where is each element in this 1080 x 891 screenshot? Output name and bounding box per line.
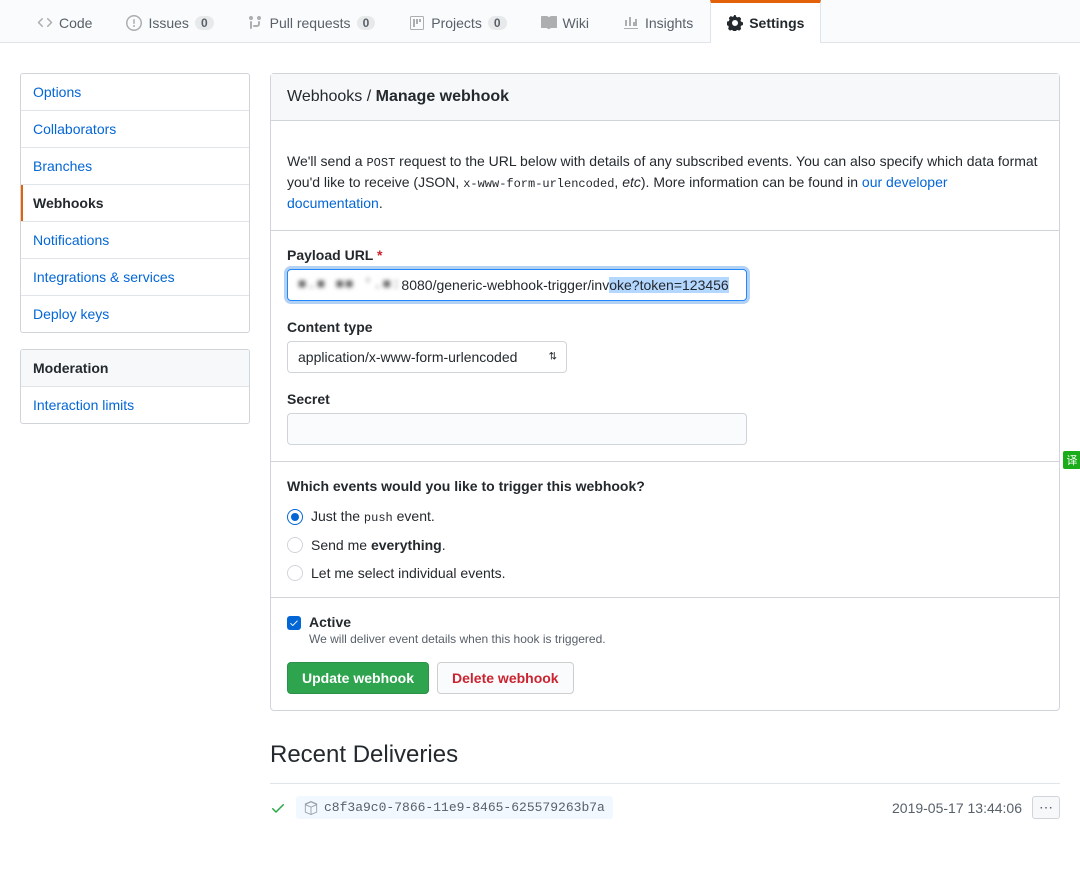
gear-icon (727, 15, 743, 31)
active-checkbox[interactable]: Active We will deliver event details whe… (287, 614, 1043, 646)
recent-deliveries-heading: Recent Deliveries (270, 741, 1060, 769)
sidebar-moderation-header: Moderation (21, 350, 249, 387)
secret-input[interactable] (287, 413, 747, 445)
check-icon (270, 800, 286, 816)
sidebar-item-notifications[interactable]: Notifications (21, 222, 249, 259)
tab-code[interactable]: Code (20, 0, 109, 43)
sidebar-item-webhooks[interactable]: Webhooks (21, 185, 249, 222)
breadcrumb-root[interactable]: Webhooks (287, 88, 362, 105)
tab-projects[interactable]: Projects 0 (392, 0, 523, 43)
tab-settings[interactable]: Settings (710, 0, 821, 43)
webhook-description: We'll send a POST request to the URL bel… (287, 151, 1043, 214)
tab-insights-label: Insights (645, 15, 693, 31)
tab-pulls[interactable]: Pull requests 0 (231, 0, 393, 43)
book-icon (541, 15, 557, 31)
delete-webhook-button[interactable]: Delete webhook (437, 662, 574, 694)
radio-everything[interactable]: Send me everything. (287, 537, 1043, 553)
pulls-count: 0 (357, 16, 376, 30)
secret-label: Secret (287, 391, 1043, 407)
breadcrumb-current: Manage webhook (376, 88, 509, 105)
tab-wiki[interactable]: Wiki (524, 0, 606, 43)
delivery-list: c8f3a9c0-7866-11e9-8465-625579263b7a 201… (270, 783, 1060, 831)
events-question: Which events would you like to trigger t… (287, 478, 1043, 494)
tab-wiki-label: Wiki (563, 15, 589, 31)
delivery-menu-button[interactable]: ⋯ (1032, 796, 1060, 819)
active-label: Active (309, 614, 351, 630)
main-content: Webhooks / Manage webhook We'll send a P… (270, 73, 1060, 831)
tab-pulls-label: Pull requests (270, 15, 351, 31)
sidebar-item-deploykeys[interactable]: Deploy keys (21, 296, 249, 332)
sidebar-item-branches[interactable]: Branches (21, 148, 249, 185)
tab-projects-label: Projects (431, 15, 482, 31)
delivery-timestamp: 2019-05-17 13:44:06 (892, 800, 1022, 816)
tab-code-label: Code (59, 15, 92, 31)
payload-url-label: Payload URL * (287, 247, 1043, 263)
tab-settings-label: Settings (749, 15, 804, 31)
package-icon (304, 801, 318, 815)
pull-request-icon (248, 15, 264, 31)
content-type-label: Content type (287, 319, 1043, 335)
webhook-panel: Webhooks / Manage webhook We'll send a P… (270, 73, 1060, 711)
sidebar-item-options[interactable]: Options (21, 74, 249, 111)
content-type-select[interactable]: application/x-www-form-urlencoded (287, 341, 567, 373)
issue-icon (126, 15, 142, 31)
tab-issues[interactable]: Issues 0 (109, 0, 230, 43)
active-note: We will deliver event details when this … (309, 632, 606, 646)
radio-icon (287, 565, 303, 581)
sidebar-item-interaction-limits[interactable]: Interaction limits (21, 387, 249, 423)
code-icon (37, 15, 53, 31)
sidebar-item-integrations[interactable]: Integrations & services (21, 259, 249, 296)
radio-icon (287, 537, 303, 553)
delivery-hash: c8f3a9c0-7866-11e9-8465-625579263b7a (296, 796, 613, 819)
projects-count: 0 (488, 16, 507, 30)
tab-issues-label: Issues (148, 15, 188, 31)
breadcrumb: Webhooks / Manage webhook (271, 74, 1059, 121)
graph-icon (623, 15, 639, 31)
checkbox-icon (287, 616, 301, 630)
projects-icon (409, 15, 425, 31)
settings-sidebar: Options Collaborators Branches Webhooks … (20, 73, 250, 440)
radio-individual[interactable]: Let me select individual events. (287, 565, 1043, 581)
radio-just-push[interactable]: Just the push event. (287, 508, 1043, 525)
sidebar-item-collaborators[interactable]: Collaborators (21, 111, 249, 148)
tab-insights[interactable]: Insights (606, 0, 710, 43)
radio-icon (287, 509, 303, 525)
delivery-row[interactable]: c8f3a9c0-7866-11e9-8465-625579263b7a 201… (270, 784, 1060, 831)
update-webhook-button[interactable]: Update webhook (287, 662, 429, 694)
repo-nav: Code Issues 0 Pull requests 0 Projects 0… (0, 0, 1080, 43)
issues-count: 0 (195, 16, 214, 30)
payload-url-input[interactable]: ■.■ ■■ '.■:8080/generic-webhook-trigger/… (287, 269, 747, 301)
translate-badge[interactable]: 译 (1063, 451, 1080, 469)
